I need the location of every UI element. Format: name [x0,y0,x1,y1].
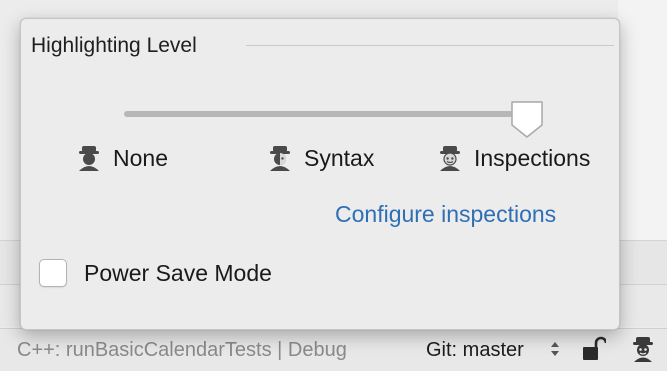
slider-thumb[interactable] [509,99,545,139]
inspector-full-icon [440,146,460,171]
level-option-syntax[interactable]: Syntax [268,141,374,175]
git-branch-arrows-icon[interactable] [548,337,562,361]
section-separator [246,45,614,46]
level-option-inspections[interactable]: Inspections [438,141,590,175]
section-title: Highlighting Level [31,34,197,57]
level-label-none: None [113,144,168,171]
editor-area [618,0,667,240]
inspector-syntax-icon [270,146,290,171]
run-configuration-label[interactable]: C++: runBasicCalendarTests | Debug [17,339,347,362]
power-save-mode-row[interactable]: Power Save Mode [39,259,272,287]
level-label-inspections: Inspections [474,144,591,171]
power-save-mode-checkbox[interactable] [39,259,67,287]
status-bar: C++: runBasicCalendarTests | Debug Git: … [0,328,667,371]
level-label-syntax: Syntax [304,144,375,171]
highlighting-level-slider[interactable] [124,111,521,117]
lock-icon[interactable] [582,336,606,362]
inspector-none-icon [79,146,99,171]
level-option-none[interactable]: None [77,141,168,175]
git-branch-widget[interactable]: Git: master [426,339,524,362]
highlighting-level-popup: Highlighting Level None Syntax Inspectio… [20,18,620,330]
power-save-mode-label[interactable]: Power Save Mode [84,260,272,287]
inspector-icon[interactable] [630,335,656,363]
configure-inspections-link[interactable]: Configure inspections [335,201,556,228]
